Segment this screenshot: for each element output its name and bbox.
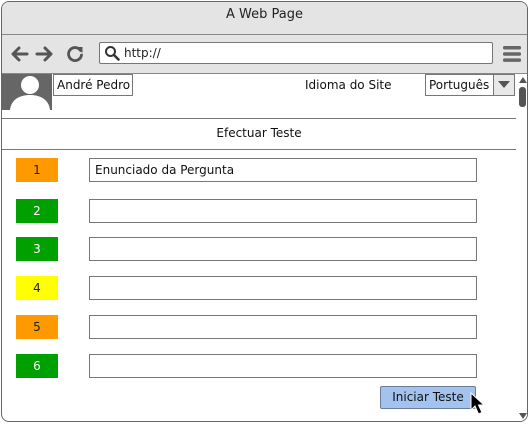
question-number-badge[interactable]: 1 xyxy=(16,158,58,182)
search-icon xyxy=(105,46,120,61)
window-title: A Web Page xyxy=(2,2,527,35)
avatar xyxy=(2,74,52,110)
divider xyxy=(2,149,516,150)
browser-toolbar: http:// xyxy=(2,35,527,74)
question-text-field[interactable] xyxy=(89,354,477,378)
vertical-scrollbar[interactable] xyxy=(517,74,527,421)
question-row: 5 xyxy=(2,315,516,339)
question-row: 2 xyxy=(2,199,516,223)
page-content: André Pedro Idioma do Site Português Efe… xyxy=(2,74,527,421)
question-number-badge[interactable]: 3 xyxy=(16,237,58,261)
question-text-field[interactable] xyxy=(89,237,477,261)
question-text-field[interactable] xyxy=(89,199,477,223)
section-title: Efectuar Teste xyxy=(216,126,302,140)
scroll-down-icon[interactable] xyxy=(519,413,527,419)
question-row: 6 xyxy=(2,354,516,378)
question-number-badge[interactable]: 5 xyxy=(16,315,58,339)
language-dropdown-button[interactable] xyxy=(493,75,514,95)
question-text-field[interactable]: Enunciado da Pergunta xyxy=(89,158,477,182)
hamburger-menu-icon[interactable] xyxy=(502,45,522,63)
mouse-cursor-icon xyxy=(470,392,486,415)
question-row: 4 xyxy=(2,276,516,300)
scroll-up-icon[interactable] xyxy=(519,77,527,83)
scrollbar-thumb[interactable] xyxy=(519,87,526,107)
reload-icon[interactable] xyxy=(65,44,85,64)
question-text-field[interactable] xyxy=(89,315,477,339)
question-row: 3 xyxy=(2,237,516,261)
language-label: Idioma do Site xyxy=(305,78,392,92)
question-number-badge[interactable]: 4 xyxy=(16,276,58,300)
browser-window: A Web Page http:// André Pedro Idioma do… xyxy=(1,1,528,422)
question-number-badge[interactable]: 6 xyxy=(16,354,58,378)
question-number-badge[interactable]: 2 xyxy=(16,199,58,223)
url-bar[interactable]: http:// xyxy=(99,42,493,64)
question-text-field[interactable] xyxy=(89,276,477,300)
divider xyxy=(2,118,516,119)
question-row: 1 Enunciado da Pergunta xyxy=(2,158,516,182)
language-select[interactable]: Português xyxy=(425,74,515,96)
language-selected-value: Português xyxy=(429,78,490,92)
chevron-down-icon xyxy=(498,81,510,88)
user-name-label: André Pedro xyxy=(53,74,133,96)
user-silhouette-icon xyxy=(10,76,50,110)
back-arrow-icon[interactable] xyxy=(10,44,30,64)
url-text: http:// xyxy=(124,46,161,60)
start-test-button[interactable]: Iniciar Teste xyxy=(380,386,476,409)
forward-arrow-icon[interactable] xyxy=(34,44,54,64)
